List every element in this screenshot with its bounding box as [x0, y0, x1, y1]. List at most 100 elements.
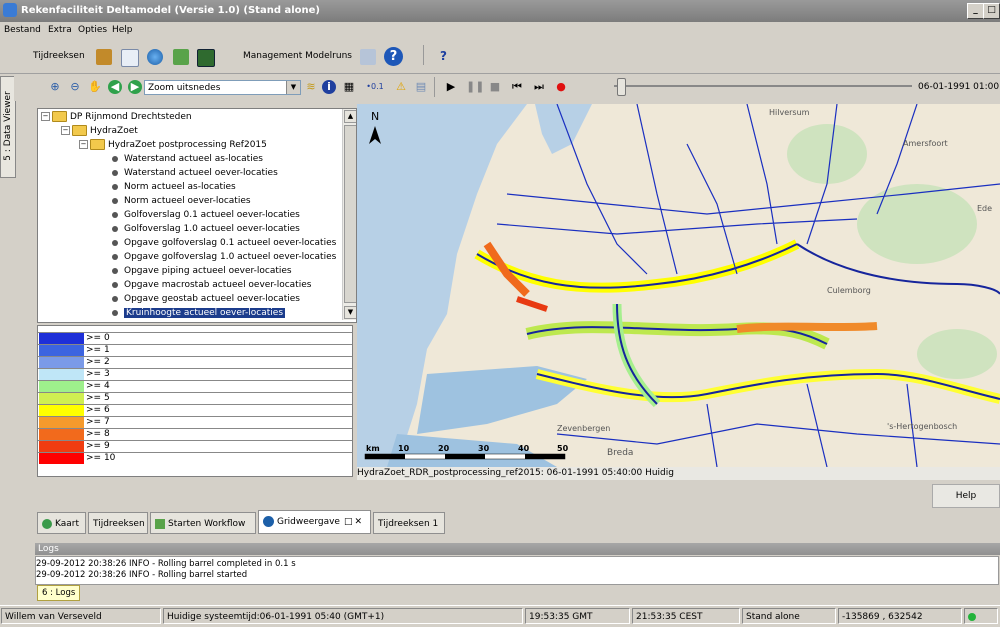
back-arrow-icon[interactable]: ◀ — [108, 80, 122, 94]
stop-icon[interactable]: ■ — [488, 80, 502, 94]
connection-status-icon — [968, 612, 976, 621]
logs-tab[interactable]: 6 : Logs — [37, 585, 81, 601]
tree-item[interactable]: Norm actueel oever-locaties — [112, 194, 251, 208]
tree-item[interactable]: Waterstand actueel as-locaties — [112, 152, 263, 166]
tree-scrollbar[interactable]: ▲ ▼ — [342, 109, 356, 320]
scale-unit: km — [366, 444, 380, 453]
legend-label: >= 2 — [86, 357, 110, 367]
help-circle-icon[interactable]: ? — [384, 47, 403, 66]
tree-node-root[interactable]: − DP Rijnmond Drechtsteden — [41, 110, 192, 124]
legend-swatch — [39, 357, 84, 368]
tree-item[interactable]: Opgave piping actueel oever-locaties — [112, 264, 292, 278]
tree-node-postprocessing[interactable]: − HydraZoet postprocessing Ref2015 — [79, 138, 267, 152]
menu-help[interactable]: Help — [112, 25, 133, 35]
play-icon[interactable]: ▶ — [444, 80, 458, 94]
legend-row: >= 6 — [38, 404, 352, 416]
tree-item[interactable]: Opgave golfoverslag 1.0 actueel oever-lo… — [112, 250, 336, 264]
scroll-down-icon[interactable]: ▼ — [344, 306, 356, 319]
time-slider-thumb[interactable] — [617, 78, 626, 96]
zoom-out-icon[interactable]: ⊖ — [68, 80, 82, 94]
skip-back-icon[interactable]: ⏮ — [510, 80, 524, 94]
status-mode: Stand alone — [742, 608, 836, 624]
legend-swatch — [39, 441, 84, 452]
map-status-text: HydraZoet_RDR_postprocessing_ref2015: 06… — [357, 467, 1000, 480]
legend-swatch — [39, 381, 84, 392]
warning-icon[interactable]: ⚠ — [394, 80, 408, 94]
menu-opties[interactable]: Opties — [78, 25, 107, 35]
record-icon[interactable]: ● — [554, 80, 568, 94]
speed-label[interactable]: •0.1 — [364, 80, 386, 94]
tab-starten-workflow[interactable]: Starten Workflow — [150, 512, 256, 534]
tab-tijdreeksen[interactable]: Tijdreeksen — [88, 512, 148, 534]
network-icon[interactable] — [360, 49, 376, 65]
pause-icon[interactable]: ❚❚ — [466, 80, 484, 94]
title-bar: Rekenfaciliteit Deltamodel (Versie 1.0) … — [0, 0, 1000, 22]
info-icon[interactable]: i — [322, 80, 336, 94]
legend-row: >= 1 — [38, 344, 352, 356]
workflow-icon[interactable] — [173, 49, 189, 65]
main-toolbar: Tijdreeksen Management Modelruns ? ? — [0, 39, 1000, 74]
time-slider-track[interactable] — [614, 85, 912, 87]
pan-hand-icon[interactable]: ✋ — [88, 80, 102, 94]
data-viewer-tab-label: 5 : Data Viewer — [3, 91, 13, 161]
skip-forward-icon[interactable]: ⏭ — [532, 80, 546, 94]
tree-item[interactable]: Waterstand actueel oever-locaties — [112, 166, 278, 180]
place-label: Hilversum — [769, 108, 810, 117]
tree-item[interactable]: Opgave macrostab actueel oever-locaties — [112, 278, 311, 292]
help-button[interactable]: Help — [932, 484, 1000, 508]
menu-extra[interactable]: Extra — [48, 25, 72, 35]
map-canvas[interactable]: N — [357, 104, 1000, 467]
legend-swatch — [39, 393, 84, 404]
legend-label: >= 9 — [86, 441, 110, 451]
collapse-icon[interactable]: − — [61, 126, 70, 135]
menu-bestand[interactable]: Bestand — [4, 25, 41, 35]
logs-body[interactable]: 29-09-2012 20:38:26 INFO - Rolling barre… — [35, 556, 999, 585]
minimize-button[interactable]: _ — [967, 3, 984, 19]
tree-item[interactable]: Opgave golfoverslag 0.1 actueel oever-lo… — [112, 236, 336, 250]
folder-icon — [52, 111, 67, 122]
export-icon[interactable]: ▤ — [414, 80, 428, 94]
node-bullet-icon — [112, 211, 118, 218]
tab-tijdreeksen-1[interactable]: Tijdreeksen 1 — [373, 512, 445, 534]
tree-item[interactable]: Golfoverslag 1.0 actueel oever-locaties — [112, 222, 300, 236]
status-cest: 21:53:35 CEST — [632, 608, 740, 624]
maximize-button[interactable]: □ — [983, 3, 1000, 19]
table-icon[interactable]: ▦ — [342, 80, 356, 94]
monitor-icon[interactable] — [197, 49, 215, 67]
node-bullet-icon — [112, 169, 118, 176]
close-icon[interactable]: ✕ — [354, 517, 362, 527]
float-icon[interactable]: □ — [344, 517, 353, 527]
legend-swatch — [39, 369, 84, 380]
forward-arrow-icon[interactable]: ▶ — [128, 80, 142, 94]
node-bullet-icon — [112, 295, 118, 302]
tree-node-hydrazoet[interactable]: − HydraZoet — [61, 124, 138, 138]
tree-item-selected[interactable]: Kruinhoogte actueel oever-locaties — [112, 306, 286, 320]
chevron-down-icon[interactable]: ▼ — [286, 81, 300, 94]
color-legend: >= 0 >= 1 >= 2 >= 3 >= 4 >= 5 >= 6 >= 7 >= 8 >= 9… — [37, 325, 353, 477]
tree-item[interactable]: Norm actueel as-locaties — [112, 180, 236, 194]
tab-kaart[interactable]: Kaart — [37, 512, 86, 534]
folder-icon — [72, 125, 87, 136]
document-icon[interactable] — [121, 49, 139, 67]
tijdreeksen-label[interactable]: Tijdreeksen — [33, 51, 85, 61]
layers-icon[interactable]: ≋ — [304, 80, 318, 94]
tree-item[interactable]: Opgave geostab actueel oever-locaties — [112, 292, 300, 306]
map-view[interactable]: N Hilversum Amersfoort Ede Culemborg Bre… — [357, 104, 1000, 467]
globe-icon[interactable] — [147, 49, 163, 65]
chart-icon[interactable] — [96, 49, 112, 65]
scroll-thumb[interactable] — [344, 125, 356, 303]
tree-item[interactable]: Golfoverslag 0.1 actueel oever-locaties — [112, 208, 300, 222]
scroll-up-icon[interactable]: ▲ — [344, 110, 356, 123]
tab-gridweergave[interactable]: Gridweergave □ ✕ — [258, 510, 371, 534]
status-indicator — [964, 608, 998, 624]
zoom-in-icon[interactable]: ⊕ — [48, 80, 62, 94]
collapse-icon[interactable]: − — [41, 112, 50, 121]
management-modelruns-label[interactable]: Management Modelruns — [243, 51, 352, 61]
zoom-selection-combo[interactable]: Zoom uitsnedes ▼ — [144, 80, 301, 95]
globe-icon — [263, 516, 274, 527]
collapse-icon[interactable]: − — [79, 140, 88, 149]
node-bullet-icon — [112, 197, 118, 204]
whats-this-icon[interactable]: ? — [440, 49, 447, 63]
legend-label: >= 4 — [86, 381, 110, 391]
legend-row: >= 7 — [38, 416, 352, 428]
